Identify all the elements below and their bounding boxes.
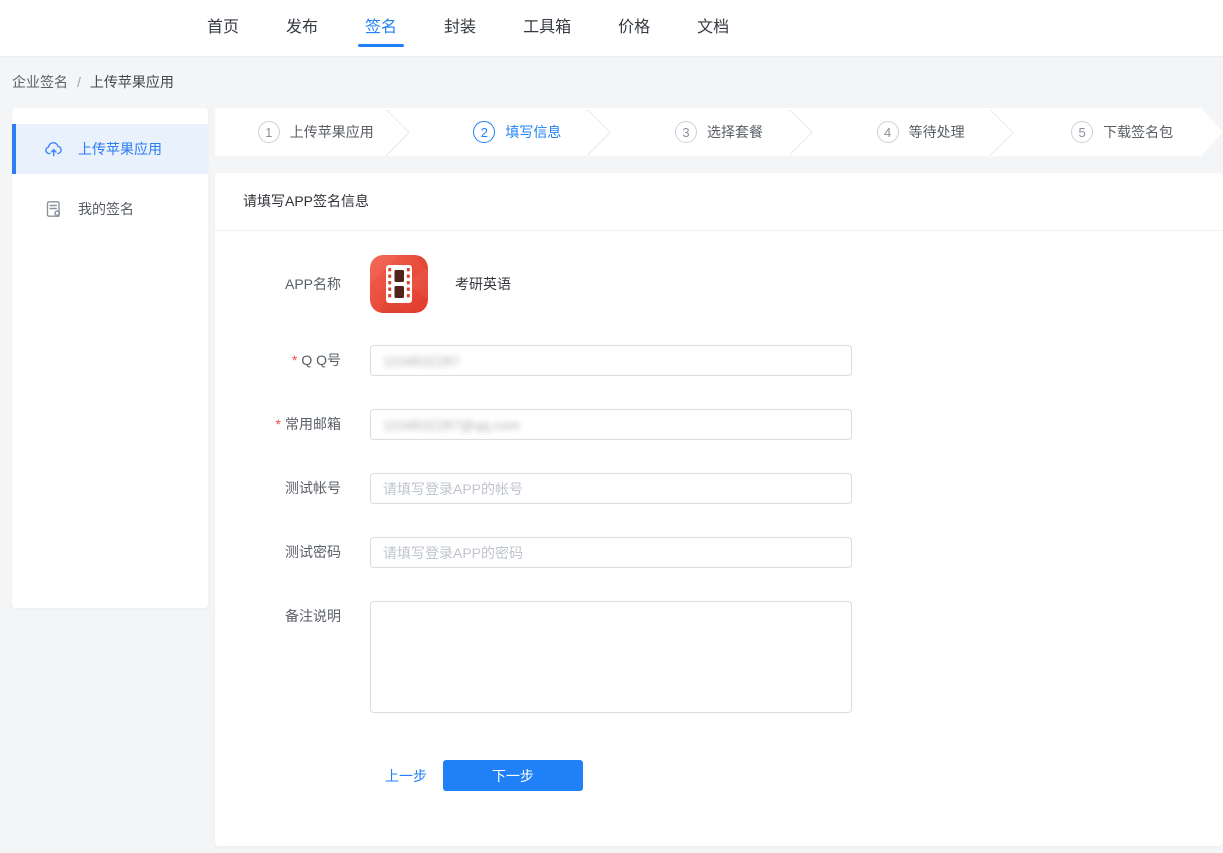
email-input[interactable]: 1104632287@qq.com [370, 409, 852, 440]
test-password-row: 测试密码 [215, 537, 1223, 568]
breadcrumb-separator: / [77, 74, 81, 90]
signature-doc-icon [44, 199, 64, 219]
app-name-label: APP名称 [215, 255, 341, 313]
step-number: 1 [258, 121, 280, 143]
notes-textarea[interactable] [370, 601, 852, 713]
step-4-wait-processing: 4 等待处理 [820, 108, 1022, 156]
step-label: 下载签名包 [1103, 122, 1173, 142]
test-account-label: 测试帐号 [215, 473, 341, 504]
email-row: *常用邮箱 1104632287@qq.com [215, 409, 1223, 440]
nav-item-docs[interactable]: 文档 [697, 0, 729, 56]
nav-item-packaging[interactable]: 封装 [444, 0, 476, 56]
step-label: 填写信息 [505, 122, 561, 142]
app-name-value: 考研英语 [455, 255, 511, 313]
sidebar-item-upload-ios-app[interactable]: 上传苹果应用 [12, 124, 208, 174]
qq-number-input[interactable]: 1104632287 [370, 345, 852, 376]
form-actions: 上一步 下一步 [215, 760, 1223, 791]
form-title: 请填写APP签名信息 [215, 173, 1223, 231]
breadcrumb: 企业签名 / 上传苹果应用 [0, 57, 1223, 108]
required-asterisk: * [292, 352, 297, 368]
qq-number-row: *Q Q号 1104632287 [215, 345, 1223, 376]
nav-item-toolbox[interactable]: 工具箱 [523, 0, 571, 56]
step-number: 2 [473, 121, 495, 143]
step-1-upload-app: 1 上传苹果应用 [215, 108, 417, 156]
breadcrumb-parent[interactable]: 企业签名 [12, 74, 68, 90]
qq-number-value-blurred: 1104632287 [383, 353, 460, 369]
step-label: 上传苹果应用 [290, 122, 374, 142]
nav-item-publish[interactable]: 发布 [286, 0, 318, 56]
sidebar-item-label: 我的签名 [78, 199, 134, 219]
test-account-input[interactable] [383, 474, 839, 503]
sidebar-item-label: 上传苹果应用 [78, 139, 162, 159]
nav-item-signing[interactable]: 签名 [365, 0, 397, 56]
step-label: 选择套餐 [707, 122, 763, 142]
step-number: 5 [1071, 121, 1093, 143]
sidebar-item-my-signatures[interactable]: 我的签名 [12, 184, 208, 234]
notes-row: 备注说明 [215, 601, 1223, 716]
step-wizard: 1 上传苹果应用 2 填写信息 3 选择套餐 4 等待处理 5 下载签名包 [215, 108, 1223, 156]
email-value-blurred: 1104632287@qq.com [383, 417, 520, 433]
step-2-fill-info: 2 填写信息 [417, 108, 619, 156]
nav-item-home[interactable]: 首页 [207, 0, 239, 56]
app-name-row: APP名称 [215, 255, 1223, 313]
qq-number-label: Q Q号 [301, 352, 341, 368]
step-number: 4 [877, 121, 899, 143]
step-3-choose-plan: 3 选择套餐 [618, 108, 820, 156]
step-5-download-package: 5 下载签名包 [1021, 108, 1223, 156]
signing-info-form: APP名称 [215, 231, 1223, 791]
signing-info-card: 请填写APP签名信息 APP名称 [215, 173, 1223, 846]
test-password-input[interactable] [383, 538, 839, 567]
nav-item-pricing[interactable]: 价格 [618, 0, 650, 56]
step-number: 3 [675, 121, 697, 143]
film-app-icon [370, 255, 428, 313]
top-nav-bar: 首页 发布 签名 封装 工具箱 价格 文档 [0, 0, 1223, 57]
email-label: 常用邮箱 [285, 416, 341, 432]
notes-label: 备注说明 [215, 601, 341, 716]
cloud-upload-icon [44, 139, 64, 159]
step-label: 等待处理 [909, 122, 965, 142]
test-password-label: 测试密码 [215, 537, 341, 568]
test-account-row: 测试帐号 [215, 473, 1223, 504]
sidebar: 上传苹果应用 我的签名 [12, 108, 208, 608]
main-nav: 首页 发布 签名 封装 工具箱 价格 文档 [0, 0, 1223, 56]
breadcrumb-current: 上传苹果应用 [90, 74, 174, 90]
required-asterisk: * [276, 416, 281, 432]
next-step-button[interactable]: 下一步 [443, 760, 583, 791]
prev-step-button[interactable]: 上一步 [385, 766, 427, 786]
